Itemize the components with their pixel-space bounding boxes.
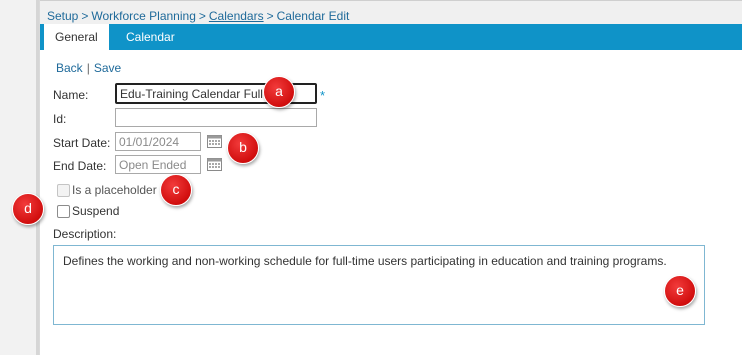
tab-general[interactable]: General <box>44 24 109 50</box>
main-panel: Setup > Workforce Planning > Calendars > Calen… <box>40 0 742 355</box>
breadcrumb: Setup > Workforce Planning > Calendars > Calen… <box>47 9 349 23</box>
annotation-marker-c: c <box>160 174 192 206</box>
save-link[interactable]: Save <box>94 61 121 75</box>
description-textarea[interactable]: Defines the working and non-working sche… <box>53 245 705 325</box>
annotation-marker-b: b <box>227 132 259 164</box>
name-label: Name: <box>53 88 89 102</box>
id-label: Id: <box>53 112 67 126</box>
back-link[interactable]: Back <box>56 61 83 75</box>
start-date-label: Start Date: <box>53 136 111 150</box>
breadcrumb-setup[interactable]: Setup <box>47 9 78 23</box>
calendar-icon[interactable] <box>207 157 222 171</box>
suspend-checkbox[interactable] <box>57 205 70 218</box>
placeholder-label: Is a placeholder <box>72 183 157 197</box>
tab-bar: General Calendar <box>40 24 742 50</box>
start-date-input[interactable] <box>115 132 201 151</box>
breadcrumb-separator: > <box>198 9 206 23</box>
action-divider: | <box>86 61 90 75</box>
description-label: Description: <box>53 227 117 241</box>
placeholder-checkbox[interactable] <box>57 184 70 197</box>
breadcrumb-workforce-planning[interactable]: Workforce Planning <box>91 9 196 23</box>
breadcrumb-calendar-edit: Calendar Edit <box>276 9 350 23</box>
breadcrumb-separator: > <box>81 9 89 23</box>
tab-calendar[interactable]: Calendar <box>116 24 185 50</box>
breadcrumb-calendars-link[interactable]: Calendars <box>209 9 264 23</box>
annotation-marker-d: d <box>12 193 44 225</box>
breadcrumb-separator: > <box>266 9 274 23</box>
required-marker: * <box>320 88 326 103</box>
annotation-marker-e: e <box>664 275 696 307</box>
end-date-input[interactable] <box>115 155 201 174</box>
action-links: Back | Save <box>56 61 121 75</box>
left-rail <box>0 0 40 355</box>
breadcrumb-bar: Setup > Workforce Planning > Calendars > Calen… <box>40 0 742 25</box>
calendar-icon[interactable] <box>207 134 222 148</box>
annotation-marker-a: a <box>263 76 295 108</box>
end-date-label: End Date: <box>53 159 107 173</box>
id-input[interactable] <box>115 108 317 127</box>
suspend-label: Suspend <box>72 204 120 218</box>
